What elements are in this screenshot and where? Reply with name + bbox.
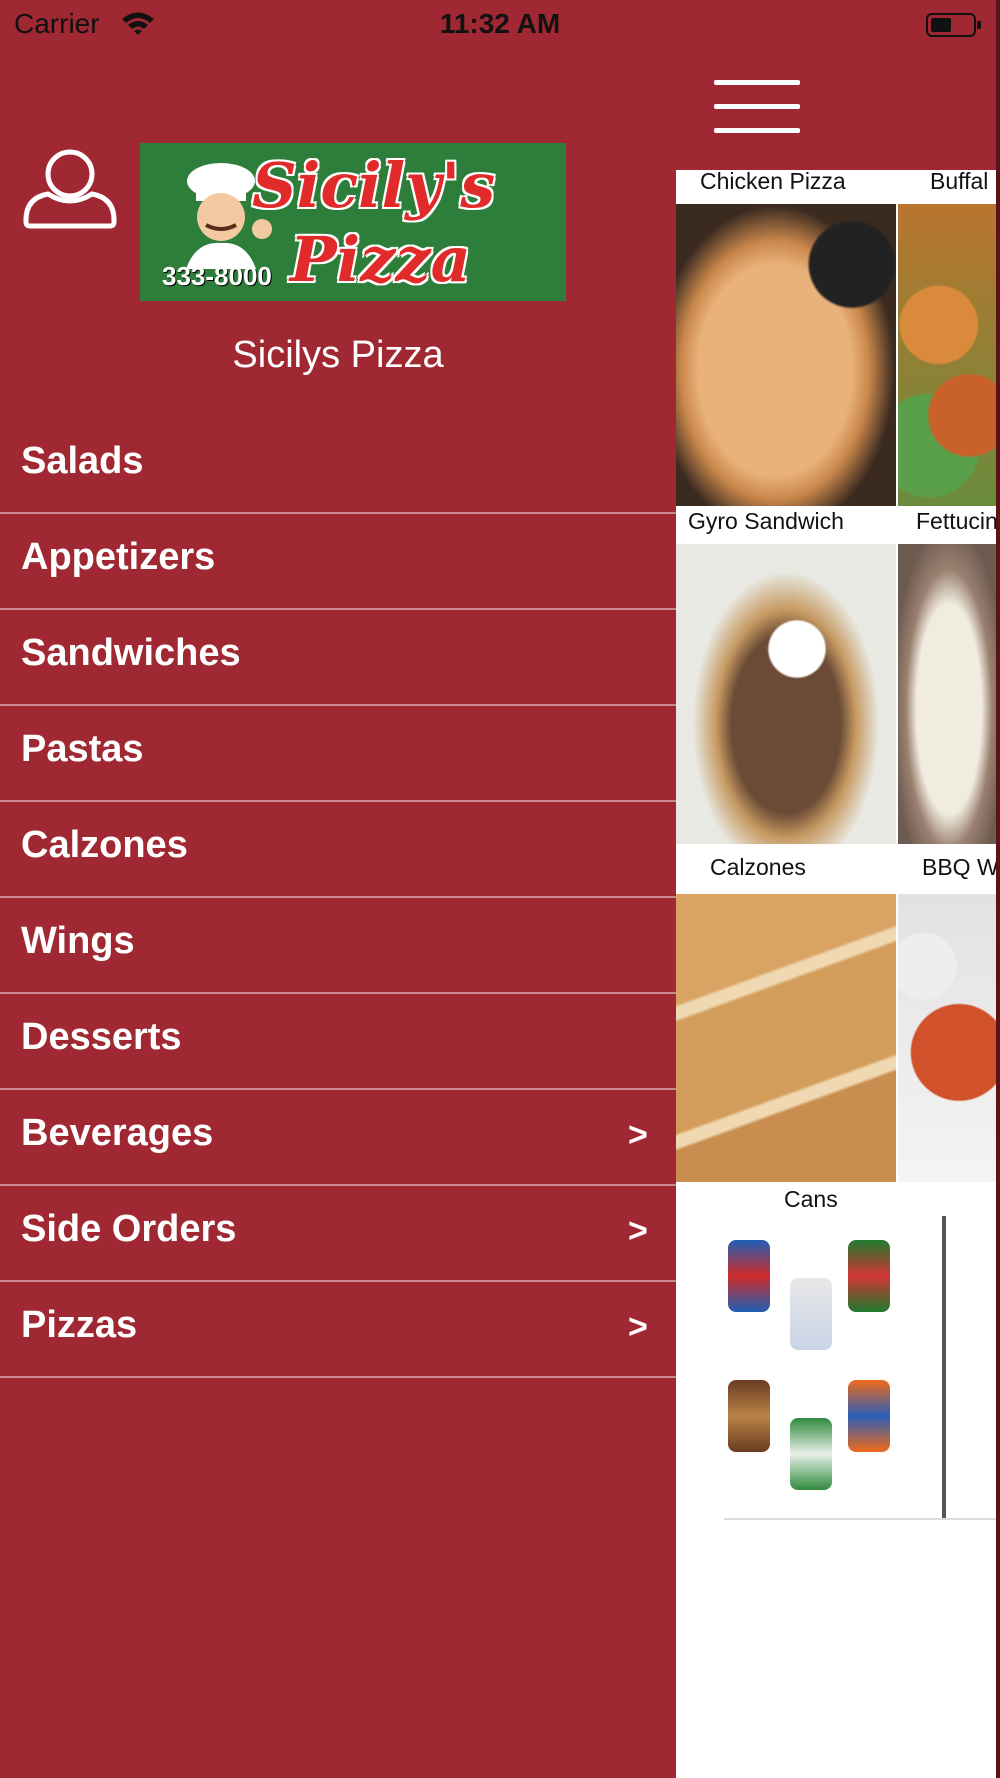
tile-divider (942, 1216, 946, 1520)
menu-item-label: Wings (21, 920, 135, 962)
menu-item-label: Beverages (21, 1112, 214, 1154)
tile-bbq-wings[interactable] (898, 894, 1000, 1182)
main-content: Chicken Pizza Buffal Gyro Sandwich Fettu… (676, 0, 1000, 1778)
menu-item-label: Side Orders (21, 1208, 237, 1250)
tile-calzones[interactable] (676, 894, 896, 1182)
menu-item-sandwiches[interactable]: Sandwiches (0, 610, 676, 706)
menu-item-label: Salads (21, 440, 144, 482)
tile-chicken-pizza[interactable] (676, 204, 896, 506)
menu-item-calzones[interactable]: Calzones (0, 802, 676, 898)
user-profile-icon[interactable] (22, 140, 118, 236)
tile-divider (724, 1518, 1000, 1520)
menu-item-beverages[interactable]: Beverages > (0, 1090, 676, 1186)
menu-item-label: Pizzas (21, 1304, 138, 1346)
tile-title: Fettucin (916, 508, 998, 534)
tile-gyro-sandwich[interactable] (676, 544, 896, 844)
menu-toggle-button[interactable] (714, 80, 800, 140)
diet-pepsi-can-icon (790, 1278, 832, 1350)
tile-title: Gyro Sandwich (688, 508, 844, 534)
menu-item-wings[interactable]: Wings (0, 898, 676, 994)
chevron-right-icon: > (628, 1308, 648, 1346)
menu-item-label: Appetizers (21, 536, 216, 578)
sunkist-can-icon (848, 1380, 890, 1452)
menu-item-appetizers[interactable]: Appetizers (0, 514, 676, 610)
menu-item-label: Sandwiches (21, 632, 241, 674)
logo-line2: Pizza (290, 223, 471, 296)
tile-title: Buffal (930, 168, 989, 194)
menu-item-label: Calzones (21, 824, 188, 866)
menu-item-salads[interactable]: Salads (0, 418, 676, 514)
chevron-right-icon: > (628, 1212, 648, 1250)
status-time: 11:32 AM (439, 8, 561, 39)
status-bar: Carrier 11:32 AM (0, 0, 1000, 50)
menu-item-desserts[interactable]: Desserts (0, 994, 676, 1090)
logo-line1: Sicily's (252, 149, 496, 222)
side-drawer: Sicily's Pizza 333-8000 Sicilys Pizza Sa… (0, 0, 676, 1778)
tile-buffalo-wings[interactable] (898, 204, 1000, 506)
sierra-mist-can-icon (790, 1418, 832, 1490)
mug-root-beer-can-icon (728, 1380, 770, 1452)
menu-item-pastas[interactable]: Pastas (0, 706, 676, 802)
tile-title: Cans (784, 1186, 838, 1212)
chevron-right-icon: > (628, 1116, 648, 1154)
tile-cans[interactable] (716, 1216, 916, 1520)
pepsi-can-icon (728, 1240, 770, 1312)
tile-fettuccine[interactable] (898, 544, 1000, 844)
category-menu: Salads Appetizers Sandwiches Pastas Calz… (0, 418, 676, 1378)
restaurant-logo: Sicily's Pizza 333-8000 (140, 143, 566, 301)
menu-item-label: Desserts (21, 1016, 182, 1058)
menu-item-pizzas[interactable]: Pizzas > (0, 1282, 676, 1378)
logo-phone: 333-8000 (162, 261, 272, 291)
tile-title: Calzones (710, 854, 806, 880)
menu-item-label: Pastas (21, 728, 144, 770)
drawer-shadow-edge (996, 0, 1000, 1778)
mountain-dew-can-icon (848, 1240, 890, 1312)
tile-title: Chicken Pizza (700, 168, 846, 194)
restaurant-name: Sicilys Pizza (232, 334, 444, 376)
tile-title: BBQ W (922, 854, 999, 880)
menu-item-side-orders[interactable]: Side Orders > (0, 1186, 676, 1282)
battery-icon (926, 13, 981, 37)
